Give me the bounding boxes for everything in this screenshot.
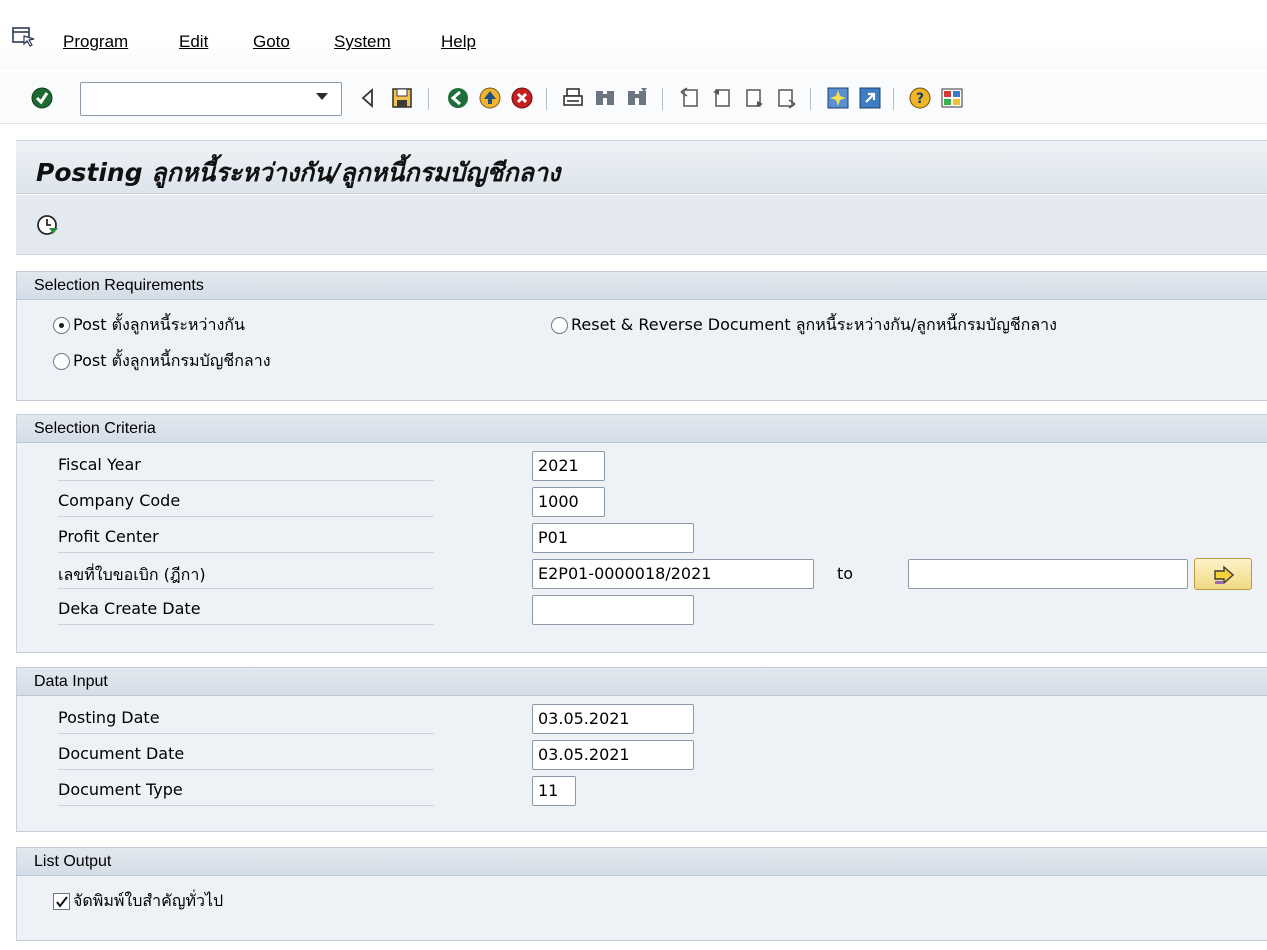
first-page-icon[interactable] <box>678 86 702 110</box>
posting-date-label: Posting Date <box>58 704 434 734</box>
command-field[interactable] <box>80 82 342 116</box>
application-toolbar <box>16 195 1267 255</box>
create-session-icon[interactable] <box>826 86 850 110</box>
arrow-right-icon <box>1214 565 1235 585</box>
find-icon[interactable] <box>593 86 617 110</box>
checkbox[interactable] <box>53 893 70 910</box>
print-icon[interactable] <box>561 86 585 110</box>
radio-post-intercompany[interactable]: Post ตั้งลูกหนี้ระหว่างกัน <box>53 313 245 338</box>
company-code-input[interactable]: 1000 <box>532 487 605 517</box>
save-icon[interactable] <box>390 86 414 110</box>
radio-reset-reverse[interactable]: Reset & Reverse Document ลูกหนี้ระหว่างก… <box>551 313 1057 338</box>
cancel-icon[interactable] <box>510 86 534 110</box>
document-type-label: Document Type <box>58 776 434 806</box>
profit-center-label: Profit Center <box>58 523 434 553</box>
standard-toolbar: ? <box>0 72 1267 124</box>
multiple-selection-button[interactable] <box>1194 558 1252 590</box>
deka-create-date-label: Deka Create Date <box>58 595 434 625</box>
title-bar: Posting ลูกหนี้ระหว่างกัน/ลูกหนี้กรมบัญช… <box>16 140 1267 194</box>
document-type-input[interactable]: 11 <box>532 776 576 806</box>
find-next-icon[interactable] <box>625 86 649 110</box>
group-header: List Output <box>17 848 1267 876</box>
disbursement-request-from-input[interactable]: E2P01-0000018/2021 <box>532 559 814 589</box>
menu-bar: Program Edit Goto System Help <box>0 0 1267 70</box>
last-page-icon[interactable] <box>774 86 798 110</box>
fiscal-year-input[interactable]: 2021 <box>532 451 605 481</box>
group-header: Data Input <box>17 668 1267 696</box>
radio-post-comptroller[interactable]: Post ตั้งลูกหนี้กรมบัญชีกลาง <box>53 349 271 374</box>
checkmark-icon <box>56 896 68 908</box>
next-page-icon[interactable] <box>742 86 766 110</box>
menu-toggle-icon[interactable] <box>12 26 36 48</box>
disbursement-request-to-input[interactable] <box>908 559 1188 589</box>
data-input-group: Data Input Posting Date 03.05.2021 Docum… <box>16 667 1267 832</box>
print-voucher-checkbox[interactable]: จัดพิมพ์ใบสำคัญทั่วไป <box>53 889 223 914</box>
svg-text:?: ? <box>916 91 924 107</box>
disbursement-request-label: เลขที่ใบขอเบิก (ฎีกา) <box>58 559 434 589</box>
deka-create-date-input[interactable] <box>532 595 694 625</box>
selection-criteria-group: Selection Criteria Fiscal Year 2021 Comp… <box>16 414 1267 653</box>
help-icon[interactable]: ? <box>908 86 932 110</box>
menu-item-program[interactable]: Program <box>63 32 128 52</box>
menu-item-system[interactable]: System <box>334 32 391 52</box>
document-date-input[interactable]: 03.05.2021 <box>532 740 694 770</box>
back-icon[interactable] <box>356 86 380 110</box>
posting-date-input[interactable]: 03.05.2021 <box>532 704 694 734</box>
menu-item-goto[interactable]: Goto <box>253 32 290 52</box>
radio-button[interactable] <box>551 317 568 334</box>
enter-icon[interactable] <box>30 86 54 110</box>
group-header: Selection Requirements <box>17 272 1267 300</box>
group-header: Selection Criteria <box>17 415 1267 443</box>
previous-page-icon[interactable] <box>710 86 734 110</box>
back-green-icon[interactable] <box>446 86 470 110</box>
page-title: Posting ลูกหนี้ระหว่างกัน/ลูกหนี้กรมบัญช… <box>36 158 561 187</box>
list-output-group: List Output จัดพิมพ์ใบสำคัญทั่วไป <box>16 847 1267 941</box>
menu-item-edit[interactable]: Edit <box>179 32 208 52</box>
selection-requirements-group: Selection Requirements Post ตั้งลูกหนี้ร… <box>16 271 1267 401</box>
command-field-dropdown-icon[interactable] <box>316 93 328 100</box>
execute-icon[interactable] <box>36 213 60 237</box>
range-to-label: to <box>837 564 854 583</box>
menu-item-help[interactable]: Help <box>441 32 476 52</box>
shortcut-icon[interactable] <box>858 86 882 110</box>
document-date-label: Document Date <box>58 740 434 770</box>
radio-button[interactable] <box>53 353 70 370</box>
fiscal-year-label: Fiscal Year <box>58 451 434 481</box>
layout-icon[interactable] <box>940 86 964 110</box>
exit-icon[interactable] <box>478 86 502 110</box>
company-code-label: Company Code <box>58 487 434 517</box>
radio-button[interactable] <box>53 317 70 334</box>
profit-center-input[interactable]: P01 <box>532 523 694 553</box>
